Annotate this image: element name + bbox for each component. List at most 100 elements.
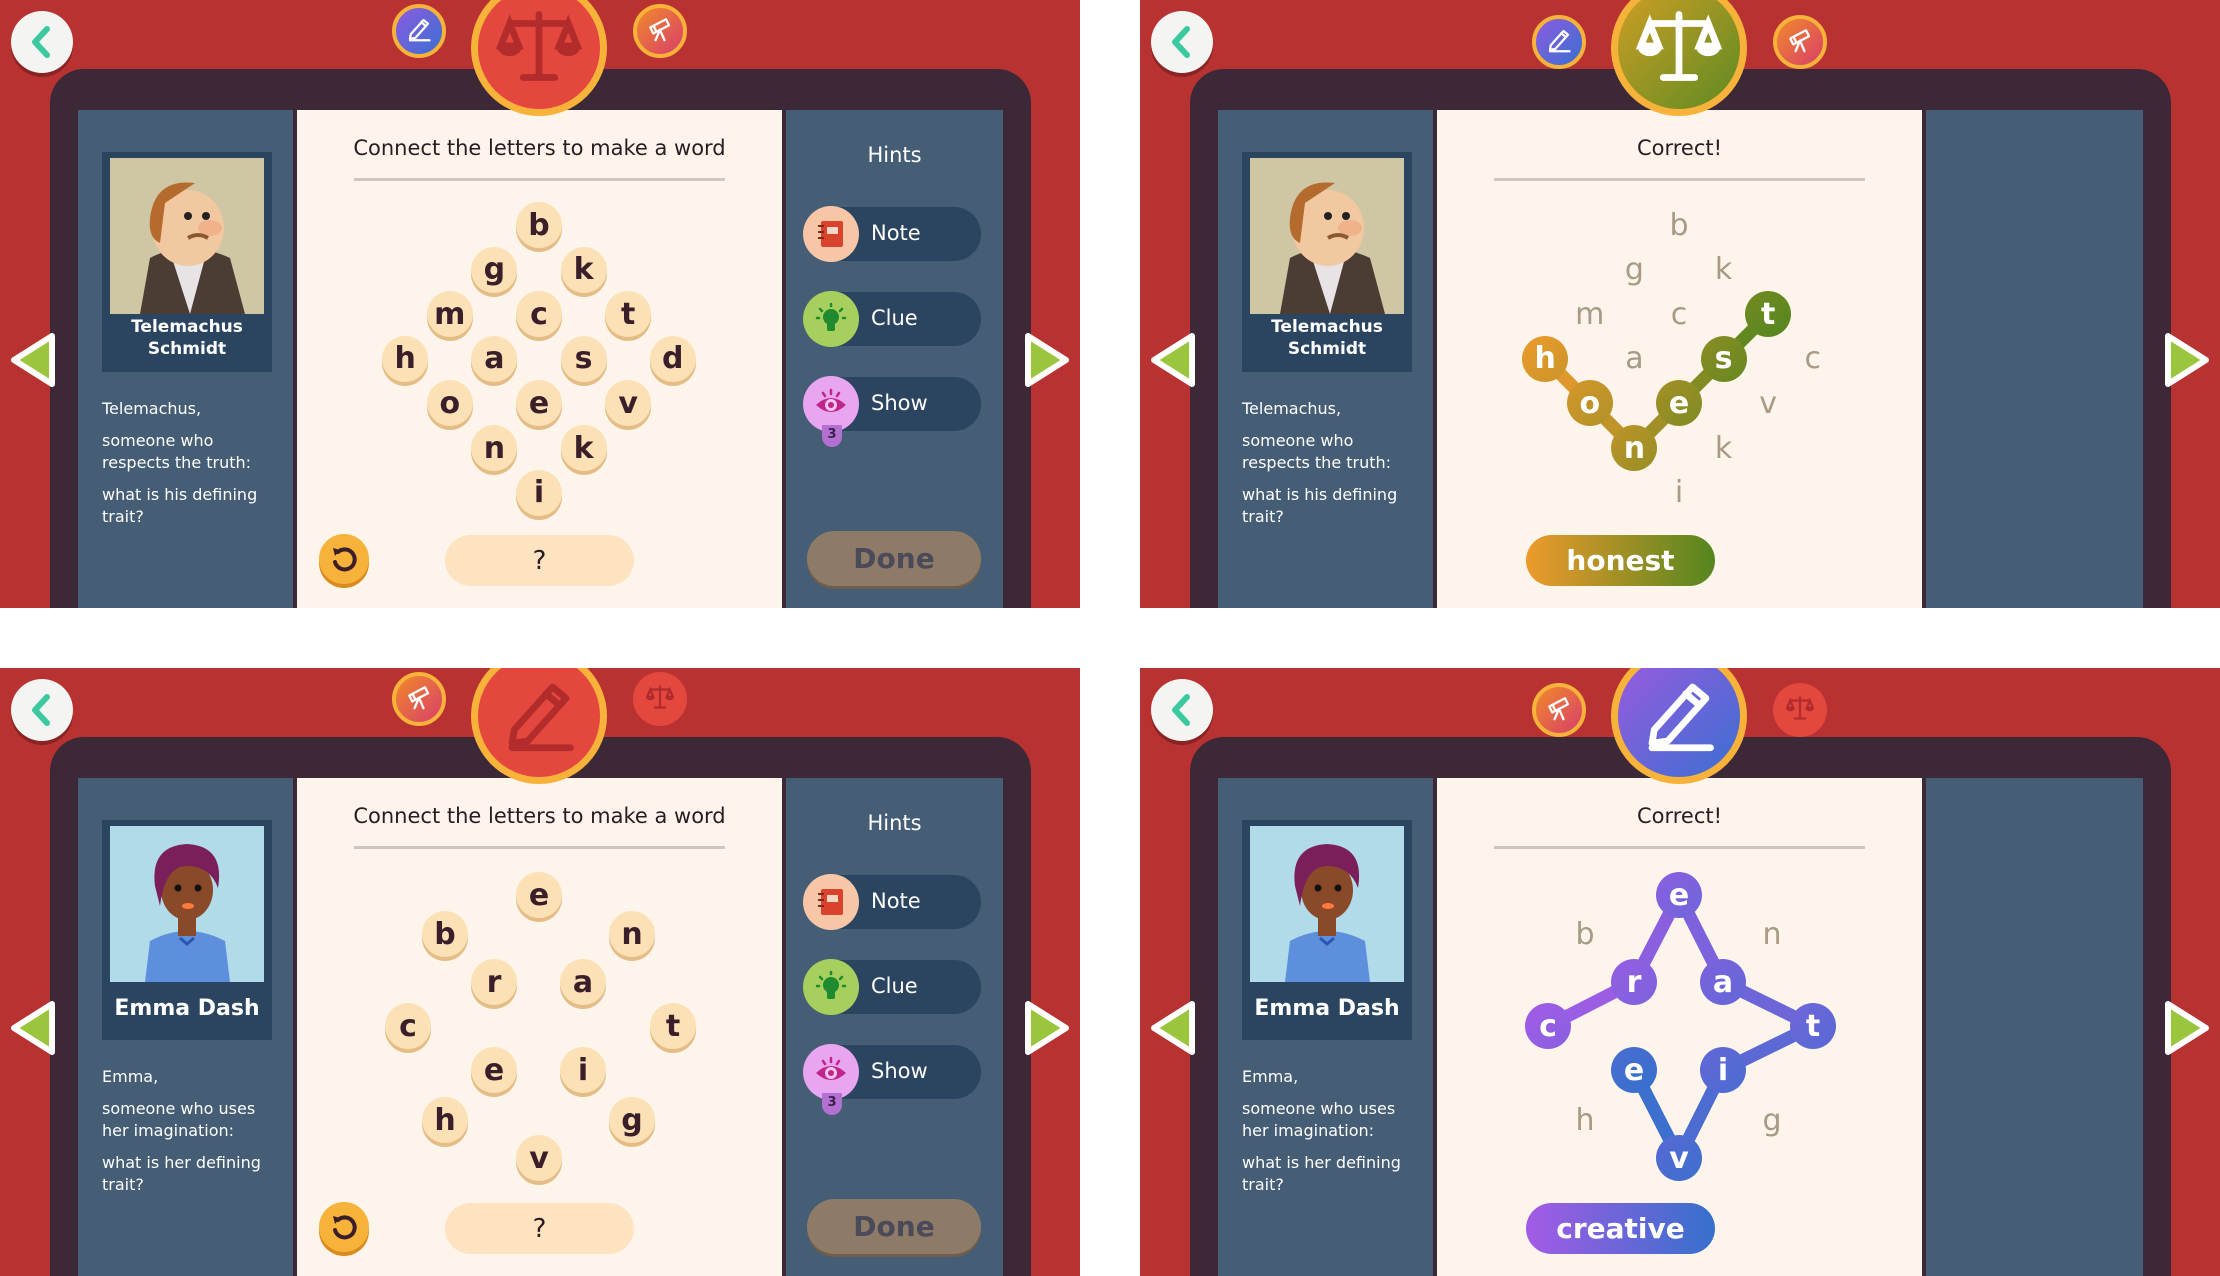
letter-tile[interactable]: e (471, 1047, 517, 1093)
reset-button[interactable] (319, 534, 369, 584)
character-card: Emma Dash (102, 820, 272, 1040)
scale-category-button[interactable] (633, 672, 687, 726)
game-panel-4: Emma Dash Emma, someone who uses her imagi… (1140, 668, 2220, 1276)
hint-label: Clue (871, 306, 918, 330)
previous-arrow[interactable] (8, 330, 58, 390)
letter-tile: b (1669, 207, 1689, 243)
letter-tile[interactable]: e (516, 380, 562, 427)
notebook-icon (803, 206, 859, 262)
pencil-icon (494, 669, 584, 763)
letter-tile[interactable]: c (516, 291, 562, 338)
letter-tile: c (1670, 296, 1688, 332)
letter-tile[interactable]: s (560, 335, 607, 382)
hint-count-badge: 3 (822, 425, 842, 447)
hint-clue-button[interactable]: Clue (803, 291, 981, 347)
puzzle-title: Connect the letters to make a word (353, 804, 726, 828)
hint-label: Show (871, 391, 928, 415)
letter-tile: h (1522, 335, 1569, 382)
character-name: Telemachus Schmidt (131, 317, 243, 359)
letter-tile[interactable]: c (385, 1003, 431, 1049)
letter-tile[interactable]: a (560, 959, 606, 1005)
letter-tile: e (1656, 380, 1702, 427)
hint-note-button[interactable]: Note (803, 206, 981, 262)
back-button[interactable] (11, 679, 73, 741)
letter-tile: g (1624, 252, 1644, 288)
letter-tile[interactable]: e (516, 872, 562, 918)
hint-clue-button[interactable]: Clue (803, 959, 981, 1015)
hint-label: Note (871, 221, 921, 245)
next-arrow[interactable] (1022, 330, 1072, 390)
telescope-icon (645, 14, 675, 48)
puzzle-area (297, 778, 782, 1276)
letter-tile: s (1700, 335, 1747, 382)
letter-tile[interactable]: t (650, 1003, 696, 1049)
character-prompt: Telemachus, someone who respects the trut… (102, 398, 282, 538)
letter-tile: a (1625, 341, 1644, 377)
letter-tile[interactable]: b (422, 911, 468, 957)
pencil-category-button[interactable] (392, 4, 446, 58)
letter-tile[interactable]: g (609, 1097, 655, 1143)
lightbulb-icon (803, 291, 859, 347)
telescope-category-button[interactable] (392, 672, 446, 726)
letter-tile: g (1762, 1102, 1782, 1138)
letter-tile: t (1745, 291, 1792, 338)
letter-tile[interactable]: v (605, 380, 652, 427)
done-button[interactable]: Done (807, 1199, 981, 1254)
letter-tile[interactable]: b (516, 202, 562, 248)
hint-label: Clue (871, 974, 918, 998)
undo-icon (333, 547, 357, 572)
pencil-icon (404, 14, 434, 48)
letter-tile[interactable]: g (471, 246, 518, 293)
letter-tile: i (1674, 475, 1684, 511)
letter-tile[interactable]: r (471, 959, 517, 1005)
scale-icon (494, 1, 584, 95)
letter-tile: m (1575, 296, 1605, 332)
hint-label: Show (871, 1059, 928, 1083)
letter-tile[interactable]: i (560, 1047, 606, 1093)
puzzle-area (297, 110, 782, 608)
answer-field: honest (1526, 535, 1715, 586)
scale-icon (645, 682, 675, 716)
letter-tile[interactable]: a (471, 335, 518, 382)
letter-tile: k (1714, 430, 1733, 466)
hint-show-button[interactable]: Show 3 (803, 1044, 981, 1115)
telescope-icon (404, 682, 434, 716)
reset-button[interactable] (319, 1202, 369, 1252)
back-button[interactable] (11, 11, 73, 73)
previous-arrow[interactable] (8, 998, 58, 1058)
telescope-category-button[interactable] (633, 4, 687, 58)
prompt-line: Emma, (102, 1067, 159, 1086)
letter-tile: t (1790, 1003, 1836, 1049)
letter-tile: c (1525, 1003, 1571, 1049)
letter-tile[interactable]: k (560, 246, 607, 293)
letter-tile: i (1700, 1047, 1746, 1093)
next-arrow[interactable] (1022, 998, 1072, 1058)
letter-tile[interactable]: t (605, 291, 652, 338)
prompt-line: Telemachus, (102, 399, 202, 418)
hint-note-button[interactable]: Note (803, 874, 981, 930)
letter-tile: k (1714, 252, 1733, 288)
puzzle-title: Connect the letters to make a word (353, 136, 726, 160)
prompt-line: what is her defining trait? (102, 1153, 261, 1194)
letter-tile: c (1804, 341, 1822, 377)
letter-tile[interactable]: n (609, 911, 655, 957)
letter-tile[interactable]: n (471, 425, 518, 471)
hint-show-button[interactable]: Show 3 (803, 376, 981, 447)
undo-icon (333, 1215, 357, 1240)
letter-tile: o (1566, 380, 1613, 427)
letter-tile[interactable]: k (560, 425, 607, 471)
done-button[interactable]: Done (807, 531, 981, 586)
letter-tile: n (1611, 425, 1658, 471)
letter-tile[interactable]: d (649, 335, 696, 382)
letter-tile: b (1575, 916, 1595, 952)
letter-tile[interactable]: m (426, 291, 473, 338)
letter-tile[interactable]: v (516, 1135, 562, 1181)
letter-tile[interactable]: h (382, 335, 429, 382)
letter-tile[interactable]: h (422, 1097, 468, 1143)
letter-tile[interactable]: o (426, 380, 473, 427)
character-prompt: Emma, someone who uses her imagination: wh… (102, 1066, 282, 1206)
letter-tile: v (1656, 1135, 1702, 1181)
game-panel-1: Telemachus Schmidt Telemachus, someone who… (0, 0, 1080, 608)
letter-tile: r (1611, 959, 1657, 1005)
letter-tile[interactable]: i (516, 469, 562, 516)
